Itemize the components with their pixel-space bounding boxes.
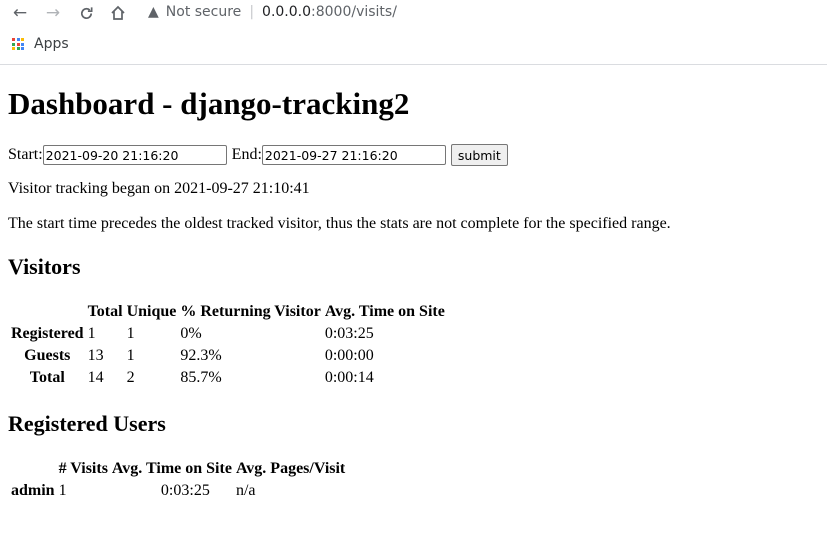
reload-icon[interactable] [76, 3, 96, 23]
url-host[interactable]: 0.0.0.0 [262, 4, 311, 20]
omnibox-separator: | [249, 4, 255, 20]
incomplete-stats-warning: The start time precedes the oldest track… [8, 215, 671, 232]
page-title: Dashboard - django-tracking2 [8, 86, 410, 121]
end-label: End: [231, 146, 262, 163]
avg-time-cell: 0:00:00 [324, 347, 374, 364]
row-label: Guests [24, 347, 71, 364]
total-cell: 1 [87, 325, 96, 342]
total-cell: 13 [87, 347, 104, 364]
address-bar[interactable]: ▲ Not secure | 0.0.0.0:8000/visits/ [140, 0, 827, 24]
column-header: Total [87, 303, 123, 320]
back-icon[interactable]: ← [10, 3, 30, 23]
security-label[interactable]: Not secure [166, 4, 242, 20]
column-header: Avg. Time on Site [324, 303, 445, 320]
end-input[interactable] [261, 145, 446, 165]
pages-per-visit-cell: n/a [235, 482, 256, 499]
browser-toolbar: ← → ▲ Not secure | 0.0.0.0:8000/visits/ [0, 0, 827, 26]
row-label: Total [29, 369, 65, 386]
column-header: Unique [126, 303, 177, 320]
total-cell: 14 [87, 369, 104, 386]
table-row: Registered 1 1 0% 0:03:25 [10, 324, 446, 344]
bookmarks-bar: Apps [0, 30, 827, 65]
registered-users-table: # Visits Avg. Time on Site Avg. Pages/Vi… [8, 457, 348, 503]
user-cell: admin [11, 482, 55, 499]
table-row: admin 1 0:03:25 n/a [10, 481, 346, 501]
apps-button[interactable]: Apps [12, 36, 69, 52]
column-header: % Returning Visitor [180, 303, 321, 320]
unique-cell: 1 [126, 347, 135, 364]
url-path[interactable]: :8000/visits/ [311, 4, 397, 20]
column-header: # Visits [58, 460, 108, 477]
unique-cell: 1 [126, 325, 135, 342]
table-row: Total 14 2 85.7% 0:00:14 [10, 368, 446, 388]
tracking-began-text: Visitor tracking began on 2021-09-27 21:… [8, 180, 310, 197]
returning-cell: 0% [180, 325, 202, 342]
avg-time-cell: 0:03:25 [324, 325, 374, 342]
visitors-heading: Visitors [8, 254, 81, 279]
unique-cell: 2 [126, 369, 135, 386]
submit-button[interactable]: submit [450, 144, 508, 166]
apps-label[interactable]: Apps [34, 36, 69, 52]
visitors-table: Total Unique % Returning Visitor Avg. Ti… [8, 300, 448, 390]
avg-time-cell: 0:00:14 [324, 369, 374, 386]
date-range-form: Start: End: submit [8, 144, 508, 166]
returning-cell: 85.7% [180, 369, 222, 386]
avg-time-cell: 0:03:25 [160, 482, 210, 499]
column-header: Avg. Time on Site [111, 460, 232, 477]
visits-cell: 1 [58, 482, 67, 499]
visitors-header-row: Total Unique % Returning Visitor Avg. Ti… [10, 302, 446, 322]
start-input[interactable] [42, 145, 227, 165]
home-icon[interactable] [108, 3, 128, 23]
start-label: Start: [8, 146, 43, 163]
warning-icon[interactable]: ▲ [148, 4, 159, 20]
forward-icon[interactable]: → [43, 3, 63, 23]
column-header: Avg. Pages/Visit [235, 460, 346, 477]
corner-cell [10, 302, 85, 322]
table-row: Guests 13 1 92.3% 0:00:00 [10, 346, 446, 366]
apps-grid-icon [12, 38, 24, 50]
registered-users-heading: Registered Users [8, 411, 166, 436]
users-header-row: # Visits Avg. Time on Site Avg. Pages/Vi… [10, 459, 346, 479]
row-label: Registered [11, 325, 84, 342]
corner-cell [10, 459, 56, 479]
returning-cell: 92.3% [180, 347, 222, 364]
